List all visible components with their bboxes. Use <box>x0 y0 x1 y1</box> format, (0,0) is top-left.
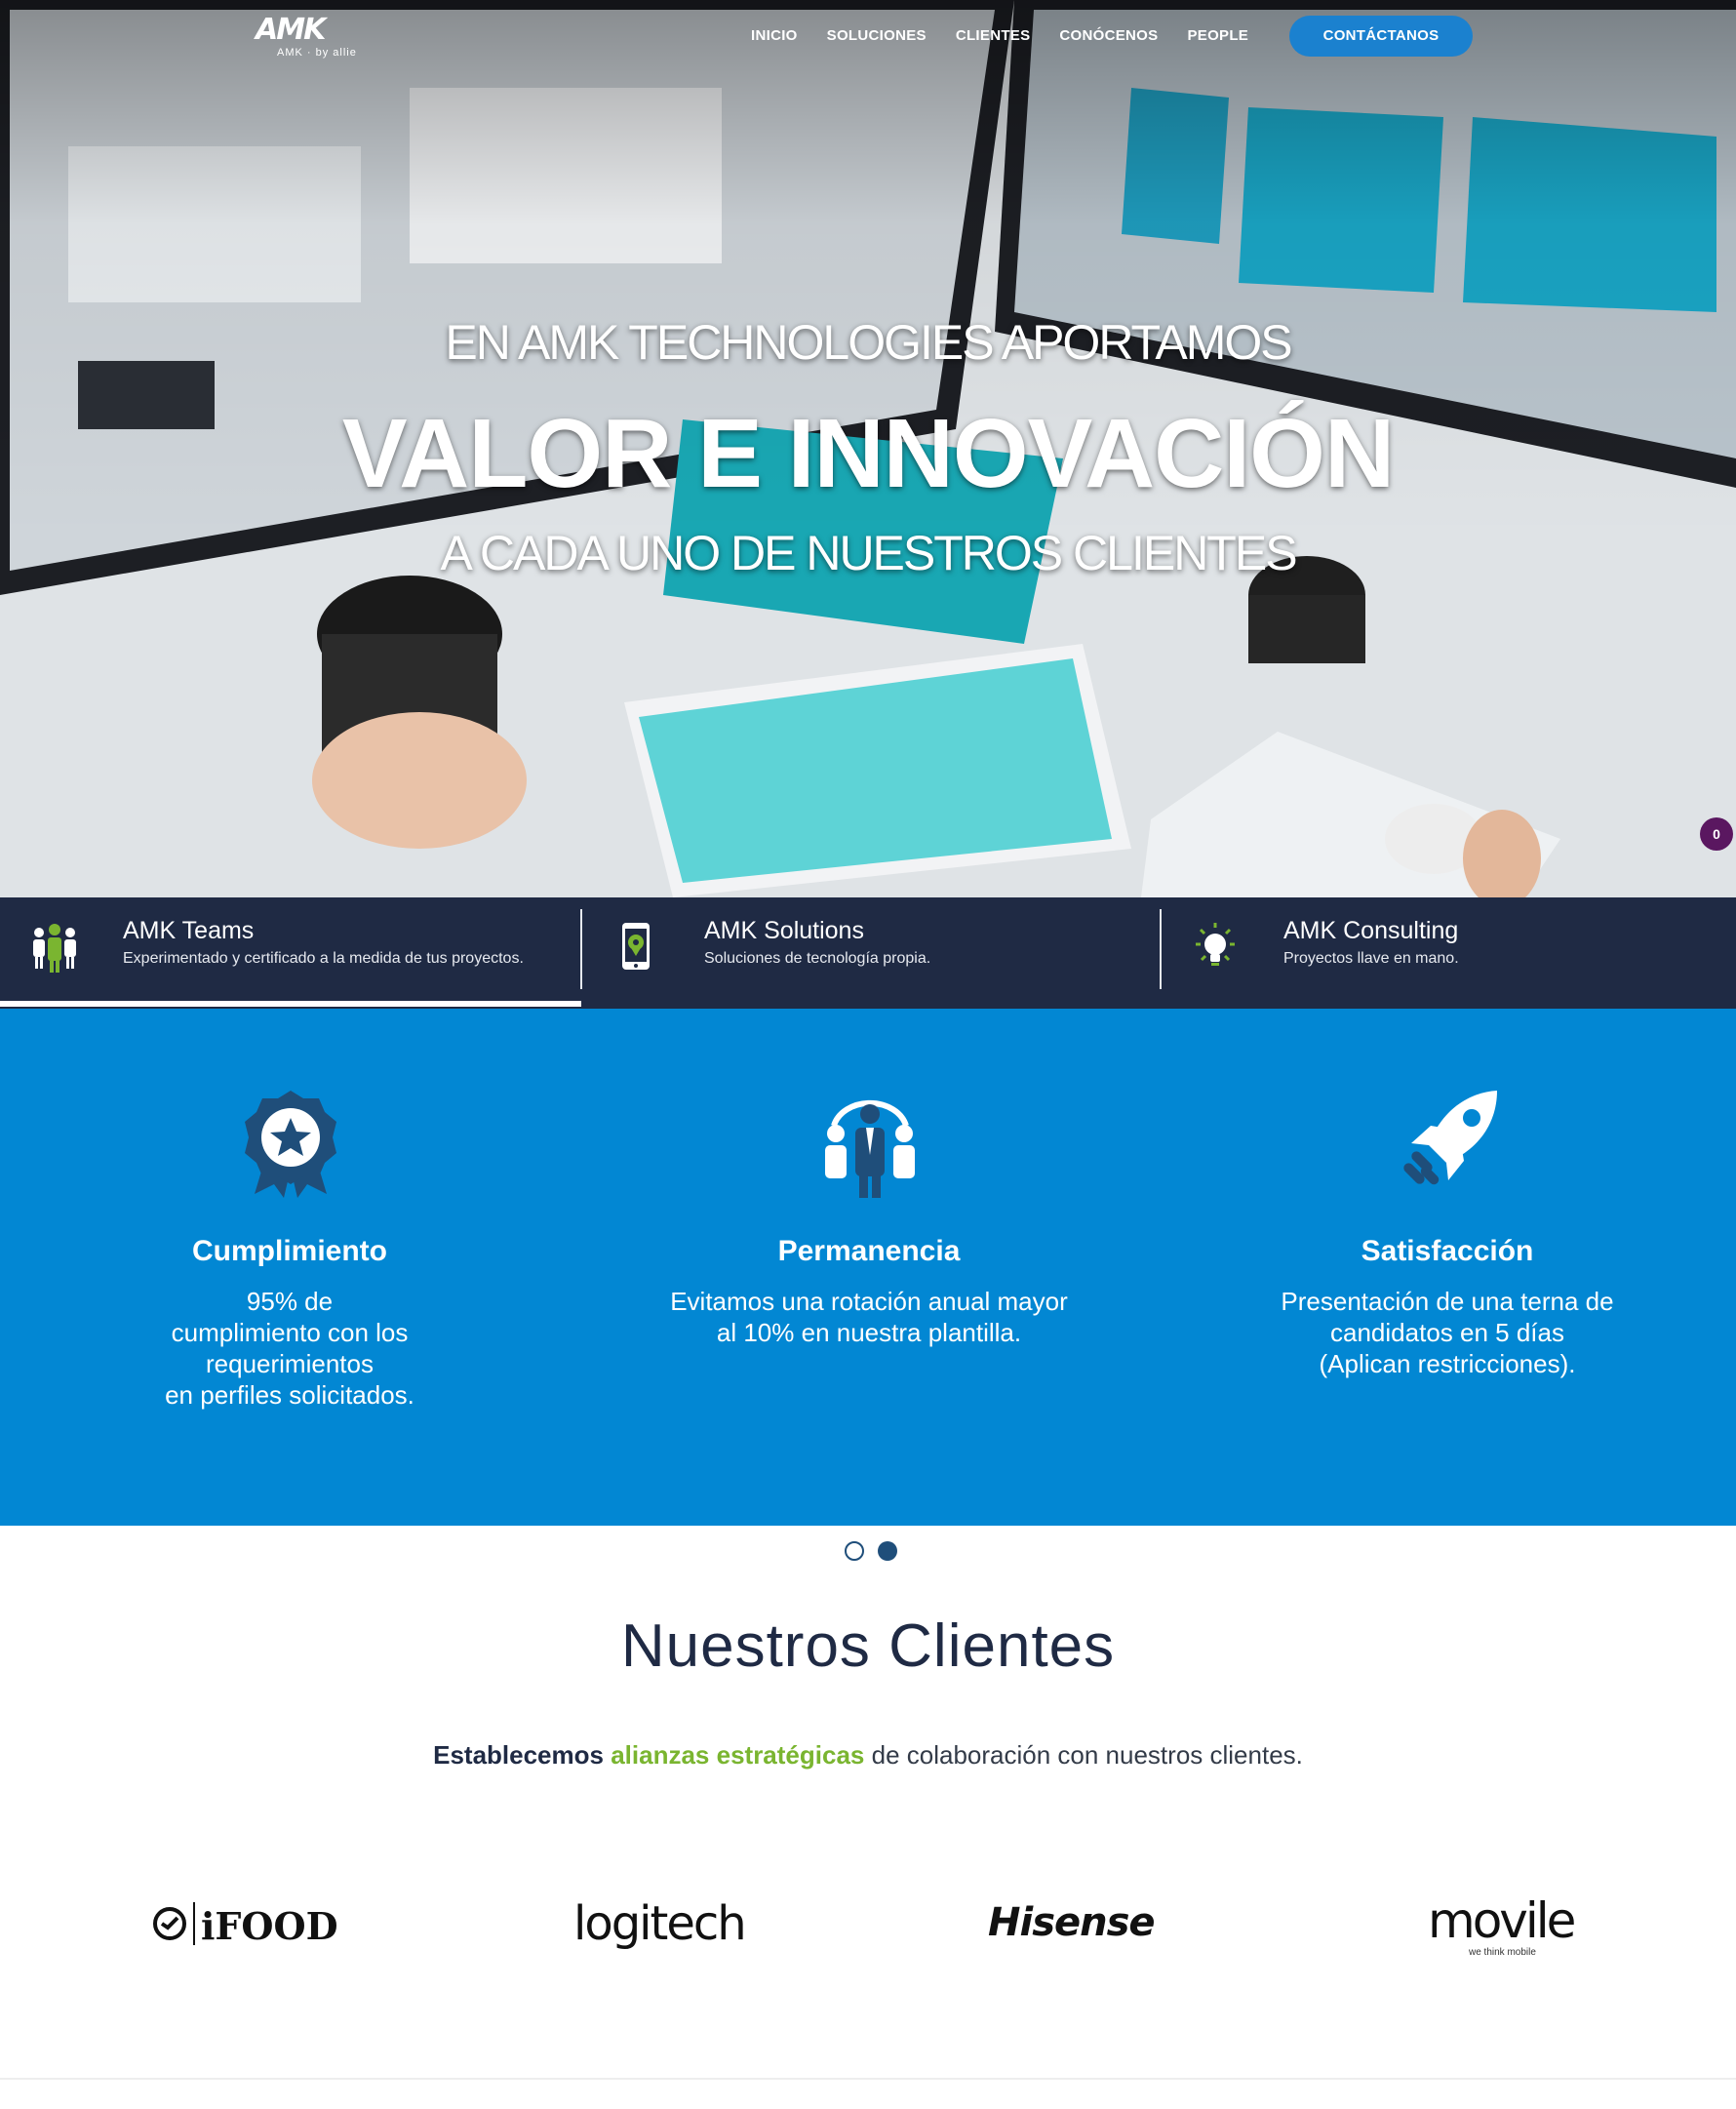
feature-line: al 10% en nuestra plantilla. <box>716 1318 1022 1347</box>
tab-title: AMK Consulting <box>1283 917 1459 944</box>
client-logo-movile[interactable]: movile we think mobile <box>1428 1892 1594 1961</box>
client-name: Hisense <box>988 1900 1156 1945</box>
feature-description: Presentación de una terna de candidatos … <box>1159 1286 1736 1379</box>
tab-amk-solutions[interactable]: AMK Solutions Soluciones de tecnología p… <box>581 897 1161 1009</box>
tab-description: Soluciones de tecnología propia. <box>704 950 931 967</box>
hero-line-3: A CADA UNO DE NUESTROS CLIENTES <box>440 526 1297 580</box>
active-tab-indicator <box>0 1001 581 1007</box>
subtitle-rest: de colaboración con nuestros clientes. <box>871 1740 1303 1770</box>
section-divider <box>0 2078 1736 2080</box>
logo-separator <box>193 1902 195 1945</box>
team-icon <box>33 924 76 973</box>
nav-link-clientes[interactable]: CLIENTES <box>956 27 1031 44</box>
nav-link-people[interactable]: PEOPLE <box>1187 27 1248 44</box>
subtitle-bold: Establecemos <box>433 1740 604 1770</box>
feature-line: en perfiles solicitados. <box>165 1380 414 1410</box>
award-star-icon <box>245 1091 336 1198</box>
client-logo-ifood[interactable]: iFOOD <box>152 1892 338 1961</box>
client-logo-logitech[interactable]: logitech <box>573 1892 769 1961</box>
tab-amk-consulting[interactable]: AMK Consulting Proyectos llave en mano. <box>1161 897 1736 1009</box>
hero-headline: VALOR E INNOVACIÓN <box>341 399 1395 508</box>
feature-line: Presentación de una terna de <box>1281 1287 1614 1316</box>
clients-heading: Nuestros Clientes <box>620 1612 1116 1680</box>
tab-amk-teams[interactable]: AMK Teams Experimentado y certificado a … <box>0 897 581 1009</box>
cart-count-badge[interactable]: 0 <box>1700 817 1733 851</box>
feature-line: candidatos en 5 días <box>1330 1318 1564 1347</box>
slider-dot-2[interactable] <box>878 1541 897 1561</box>
service-tabs: AMK Teams Experimentado y certificado a … <box>0 897 1736 1009</box>
client-tagline: we think mobile <box>1469 1947 1536 1958</box>
tab-description: Proyectos llave en mano. <box>1283 950 1459 967</box>
feature-description: Evitamos una rotación anual mayor al 10%… <box>579 1286 1159 1348</box>
feature-line: 95% de <box>246 1287 334 1316</box>
features-panel: Cumplimiento 95% de cumplimiento con los… <box>0 1009 1736 1526</box>
slider-dot-1[interactable] <box>845 1541 864 1561</box>
feature-title: Satisfacción <box>1361 1235 1534 1267</box>
hero-line-1: EN AMK TECHNOLOGIES APORTAMOS <box>445 315 1292 370</box>
amk-logo[interactable]: AMK AMK · by allie <box>256 16 378 62</box>
nav-link-soluciones[interactable]: SOLUCIONES <box>827 27 927 44</box>
tab-title: AMK Solutions <box>704 917 864 944</box>
feature-line: requerimientos <box>206 1349 374 1378</box>
mobile-location-icon <box>622 923 650 970</box>
main-menu: INICIO SOLUCIONES CLIENTES CONÓCENOS PEO… <box>751 27 1278 44</box>
client-name: iFOOD <box>201 1904 338 1948</box>
feature-line: (Aplican restricciones). <box>1319 1349 1576 1378</box>
clients-subtitle: Establecemos alianzas estratégicas de co… <box>0 1740 1736 1771</box>
hero-banner: AMK AMK · by allie INICIO SOLUCIONES CLI… <box>0 0 1736 897</box>
nav-link-inicio[interactable]: INICIO <box>751 27 798 44</box>
client-name: logitech <box>573 1896 747 1951</box>
tab-title: AMK Teams <box>123 917 255 944</box>
rocket-icon <box>1403 1091 1497 1185</box>
subtitle-highlight: alianzas estratégicas <box>611 1740 865 1770</box>
tab-description: Experimentado y certificado a la medida … <box>123 950 524 967</box>
logo-mark: AMK <box>256 13 326 47</box>
client-logo-hisense[interactable]: Hisense <box>988 1892 1183 1961</box>
people-group-icon <box>825 1099 915 1198</box>
feature-title: Cumplimiento <box>192 1235 387 1267</box>
feature-line: Evitamos una rotación anual mayor <box>670 1287 1068 1316</box>
top-navigation: AMK AMK · by allie INICIO SOLUCIONES CLI… <box>0 0 1736 78</box>
feature-description: 95% de cumplimiento con los requerimient… <box>0 1286 579 1411</box>
feature-line: cumplimiento con los <box>171 1318 409 1347</box>
lightbulb-icon <box>1196 923 1235 966</box>
ifood-mark-icon <box>153 1907 186 1940</box>
logo-subtext: AMK · by allie <box>277 47 357 59</box>
nav-link-conocenos[interactable]: CONÓCENOS <box>1059 27 1158 44</box>
contact-button[interactable]: CONTÁCTANOS <box>1289 16 1473 57</box>
feature-title: Permanencia <box>777 1235 961 1267</box>
client-name: movile <box>1428 1892 1576 1949</box>
